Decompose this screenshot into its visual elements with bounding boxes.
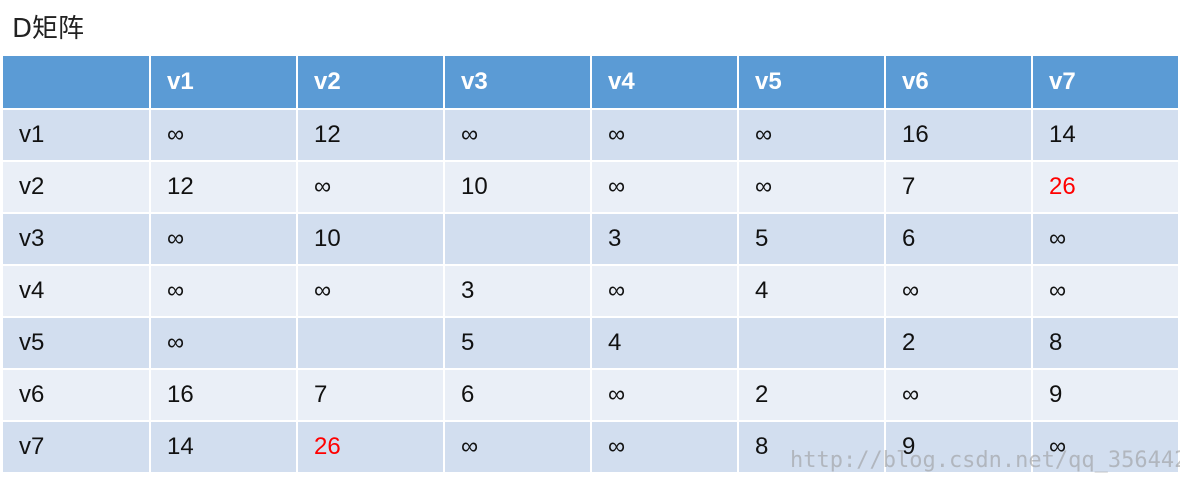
matrix-cell: [443, 212, 592, 266]
matrix-cell: ∞: [1031, 212, 1180, 266]
table-row: v1 ∞ 12 ∞ ∞ ∞ 16 14: [1, 108, 1180, 162]
matrix-cell: ∞: [443, 420, 592, 474]
matrix-cell: ∞: [737, 160, 886, 214]
matrix-cell: 8: [737, 420, 886, 474]
page: D矩阵 v1 v2 v3 v4 v5 v6 v7 v1 ∞ 12 ∞ ∞ ∞ 16 14 v2 1…: [0, 0, 1180, 480]
matrix-cell: ∞: [590, 368, 739, 422]
column-header-v6: v6: [884, 54, 1033, 110]
matrix-cell: 12: [149, 160, 298, 214]
table-row: v3 ∞ 10 3 5 6 ∞: [1, 212, 1180, 266]
matrix-cell: 12: [296, 108, 445, 162]
matrix-cell: ∞: [149, 108, 298, 162]
column-header-v2: v2: [296, 54, 445, 110]
row-header-cell: v6: [1, 368, 151, 422]
distance-matrix-table: v1 v2 v3 v4 v5 v6 v7 v1 ∞ 12 ∞ ∞ ∞ 16 14 v2 12 ∞ 10…: [1, 54, 1180, 474]
row-header-cell: v3: [1, 212, 151, 266]
matrix-cell: 26: [296, 420, 445, 474]
row-header-cell: v2: [1, 160, 151, 214]
matrix-cell: ∞: [590, 108, 739, 162]
matrix-cell: [737, 316, 886, 370]
corner-header-cell: [1, 54, 151, 110]
matrix-cell: 5: [737, 212, 886, 266]
matrix-cell: 8: [1031, 316, 1180, 370]
matrix-cell: ∞: [737, 108, 886, 162]
matrix-cell: 2: [884, 316, 1033, 370]
matrix-cell: ∞: [296, 160, 445, 214]
column-header-v5: v5: [737, 54, 886, 110]
row-header-cell: v7: [1, 420, 151, 474]
matrix-cell: 6: [884, 212, 1033, 266]
page-title: D矩阵: [12, 14, 85, 44]
matrix-cell: ∞: [1031, 420, 1180, 474]
matrix-cell: 7: [296, 368, 445, 422]
matrix-cell: ∞: [884, 264, 1033, 318]
matrix-cell: 9: [884, 420, 1033, 474]
matrix-cell: ∞: [1031, 264, 1180, 318]
matrix-cell: 4: [737, 264, 886, 318]
matrix-cell: 10: [296, 212, 445, 266]
matrix-cell: 14: [1031, 108, 1180, 162]
column-header-v4: v4: [590, 54, 739, 110]
row-header-cell: v4: [1, 264, 151, 318]
matrix-cell: 26: [1031, 160, 1180, 214]
row-header-cell: v5: [1, 316, 151, 370]
matrix-cell: ∞: [884, 368, 1033, 422]
column-header-v7: v7: [1031, 54, 1180, 110]
table-header-row: v1 v2 v3 v4 v5 v6 v7: [1, 54, 1180, 110]
matrix-cell: ∞: [590, 160, 739, 214]
matrix-cell: [296, 316, 445, 370]
matrix-cell: ∞: [443, 108, 592, 162]
matrix-cell: 6: [443, 368, 592, 422]
matrix-cell: ∞: [149, 264, 298, 318]
column-header-v1: v1: [149, 54, 298, 110]
matrix-cell: 3: [443, 264, 592, 318]
table-row: v2 12 ∞ 10 ∞ ∞ 7 26: [1, 160, 1180, 214]
matrix-cell: ∞: [149, 212, 298, 266]
matrix-cell: 7: [884, 160, 1033, 214]
matrix-cell: ∞: [149, 316, 298, 370]
matrix-cell: 14: [149, 420, 298, 474]
matrix-cell: 16: [884, 108, 1033, 162]
matrix-cell: 5: [443, 316, 592, 370]
column-header-v3: v3: [443, 54, 592, 110]
table-row: v6 16 7 6 ∞ 2 ∞ 9: [1, 368, 1180, 422]
matrix-cell: 4: [590, 316, 739, 370]
matrix-cell: ∞: [590, 264, 739, 318]
table-row: v4 ∞ ∞ 3 ∞ 4 ∞ ∞: [1, 264, 1180, 318]
table-row: v5 ∞ 5 4 2 8: [1, 316, 1180, 370]
row-header-cell: v1: [1, 108, 151, 162]
matrix-cell: 3: [590, 212, 739, 266]
matrix-cell: ∞: [590, 420, 739, 474]
matrix-cell: 10: [443, 160, 592, 214]
matrix-cell: 2: [737, 368, 886, 422]
table-row: v7 14 26 ∞ ∞ 8 9 ∞: [1, 420, 1180, 474]
matrix-cell: 9: [1031, 368, 1180, 422]
matrix-cell: 16: [149, 368, 298, 422]
matrix-cell: ∞: [296, 264, 445, 318]
